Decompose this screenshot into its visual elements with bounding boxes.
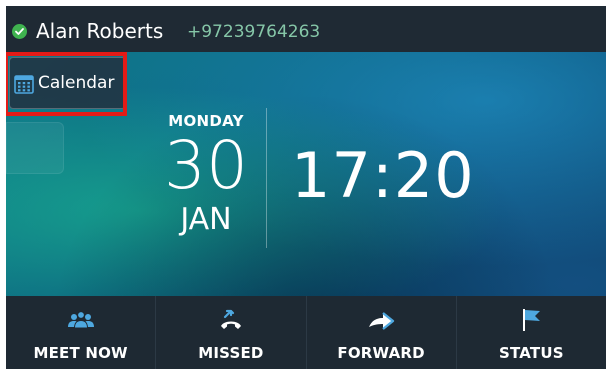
forward-arrow-icon <box>369 312 395 330</box>
clock-divider <box>266 108 267 248</box>
phone-screen: Alan Roberts +97239764263 Calendar MONDA… <box>6 6 606 369</box>
flag-icon <box>523 309 541 331</box>
forward-button[interactable]: FORWARD <box>307 296 457 369</box>
missed-call-icon <box>220 309 241 329</box>
home-background: Calendar MONDAY 30 JAN 17:20 <box>6 52 606 296</box>
meet-now-button[interactable]: MEET NOW <box>6 296 157 369</box>
clock-time: 17:20 <box>291 139 475 212</box>
status-button[interactable]: STATUS <box>457 296 606 369</box>
missed-button[interactable]: MISSED <box>156 296 307 369</box>
forward-label: FORWARD <box>337 344 425 362</box>
month: JAN <box>180 202 232 237</box>
meet-now-label: MEET NOW <box>33 344 128 362</box>
people-icon <box>67 311 94 329</box>
user-name: Alan Roberts <box>36 19 164 43</box>
day-number: 30 <box>164 127 248 204</box>
status-label: STATUS <box>499 344 564 362</box>
phone-number: +97239764263 <box>187 22 321 42</box>
presence-available-icon <box>12 24 27 39</box>
side-panel-button[interactable] <box>6 122 64 174</box>
bottom-action-bar: MEET NOW MISSED FORWARD STATUS <box>6 296 606 369</box>
highlight-frame <box>6 52 127 116</box>
top-status-bar: Alan Roberts +97239764263 <box>6 6 606 52</box>
missed-label: MISSED <box>198 344 264 362</box>
